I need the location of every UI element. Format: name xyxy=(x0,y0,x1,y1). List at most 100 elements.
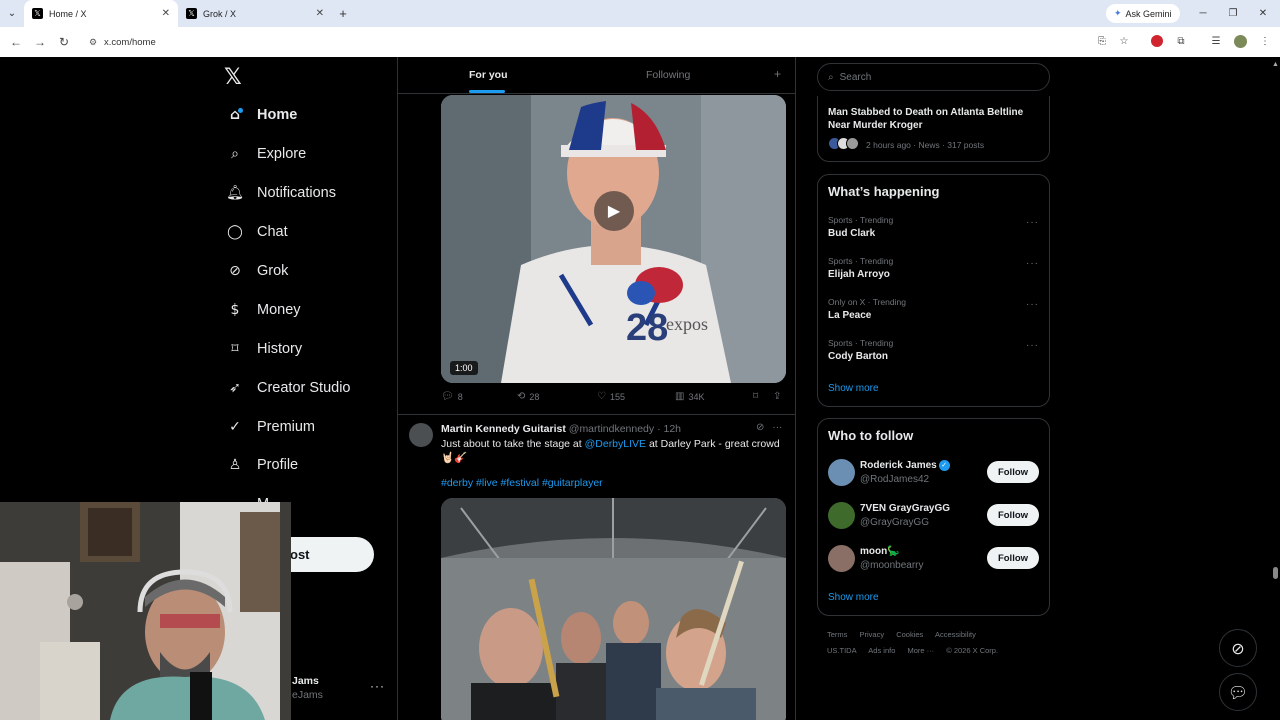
rocket-icon: ➶ xyxy=(229,380,241,396)
sidebar-item-home[interactable]: ⌂ Home xyxy=(226,100,297,130)
sidebar-item-money[interactable]: $ Money xyxy=(226,295,301,325)
footer-link-privacy[interactable]: Privacy xyxy=(860,630,885,639)
mention-link[interactable]: @DerbyLIVE xyxy=(585,438,646,450)
tweet-time[interactable]: · 12h xyxy=(657,423,681,435)
user-name[interactable]: 7VEN GrayGrayGG xyxy=(860,503,950,514)
user-name[interactable]: Roderick James ✓ xyxy=(860,460,950,471)
back-arrow-icon[interactable]: ← xyxy=(4,35,28,49)
avatar[interactable] xyxy=(828,502,855,529)
site-info-icon[interactable]: ⚙ xyxy=(89,37,97,48)
tweet-video[interactable]: 28 expos ▶ 1:00 xyxy=(441,95,786,383)
reply-button[interactable]: 💬︎ 8 xyxy=(441,391,463,402)
views-button[interactable]: ▥ 34K xyxy=(675,391,704,402)
footer-link-ustida[interactable]: US.TIDA xyxy=(827,646,857,655)
close-tab-icon[interactable]: ✕ xyxy=(162,8,170,19)
tab-for-you[interactable]: For you xyxy=(469,69,508,81)
trend-name[interactable]: Bud Clark xyxy=(828,228,875,239)
sidebar-item-history[interactable]: ⌑ History xyxy=(226,334,302,364)
sidebar-item-premium[interactable]: ✓ Premium xyxy=(226,412,315,442)
scroll-up-arrow-icon[interactable]: ▲ xyxy=(1272,61,1279,68)
x-logo-icon[interactable]: 𝕏 xyxy=(224,65,242,90)
messages-fab-icon[interactable]: 💬︎ xyxy=(1219,673,1257,711)
grok-icon[interactable]: ⊘ xyxy=(756,422,764,433)
tab-following[interactable]: Following xyxy=(646,69,690,81)
sidebar-item-explore[interactable]: ⌕ Explore xyxy=(226,139,306,169)
browser-tab-home[interactable]: 𝕏 Home / X ✕ xyxy=(24,0,178,27)
user-handle[interactable]: @moonbearry xyxy=(860,560,924,571)
tab-search-dropdown[interactable]: ⌄ xyxy=(0,0,24,27)
like-button[interactable]: ♡ 155 xyxy=(597,391,625,402)
follow-button[interactable]: Follow xyxy=(987,461,1039,483)
new-tab-button[interactable]: + xyxy=(332,6,354,21)
sidebar-item-profile[interactable]: ♙ Profile xyxy=(226,450,298,480)
show-more-link[interactable]: Show more xyxy=(828,592,879,603)
author-name[interactable]: Martin Kennedy Guitarist xyxy=(441,423,566,435)
sidebar-item-chat[interactable]: ◯ Chat xyxy=(226,217,287,247)
repost-button[interactable]: ⟲ 28 xyxy=(517,391,539,402)
active-tab-indicator xyxy=(469,90,505,93)
reading-list-icon[interactable]: ☰ xyxy=(1208,33,1224,49)
close-tab-icon[interactable]: ✕ xyxy=(316,8,324,19)
play-button-icon[interactable]: ▶ xyxy=(594,191,634,231)
x-favicon-icon: 𝕏 xyxy=(32,8,43,19)
news-card[interactable]: Man Stabbed to Death on Atlanta Beltline… xyxy=(817,96,1050,162)
follow-button[interactable]: Follow xyxy=(987,504,1039,526)
tweet-photo[interactable] xyxy=(441,498,786,720)
forward-arrow-icon[interactable]: → xyxy=(28,35,52,49)
notification-dot xyxy=(238,108,243,113)
page-scrollbar[interactable] xyxy=(1270,57,1280,720)
trend-name[interactable]: Elijah Arroyo xyxy=(828,269,890,280)
address-bar[interactable]: ⚙ x.com/home xyxy=(84,31,1134,53)
scrollbar-thumb[interactable] xyxy=(1273,567,1278,579)
more-icon[interactable]: ··· xyxy=(772,422,782,433)
install-app-icon[interactable]: ⎘ xyxy=(1094,33,1110,49)
profile-avatar-icon[interactable] xyxy=(1232,33,1248,49)
restore-window-button[interactable]: ❐ xyxy=(1218,0,1248,27)
news-title[interactable]: Man Stabbed to Death on Atlanta Beltline… xyxy=(828,106,1038,132)
sidebar-item-grok[interactable]: ⊘ Grok xyxy=(226,256,288,286)
follow-button[interactable]: Follow xyxy=(987,547,1039,569)
trend-more-icon[interactable]: ··· xyxy=(1026,340,1039,351)
user-handle[interactable]: @GrayGrayGG xyxy=(860,517,929,528)
bookmark-star-icon[interactable]: ☆ xyxy=(1116,33,1132,49)
minimize-window-button[interactable]: ─ xyxy=(1188,0,1218,27)
extensions-icon[interactable]: ⧉ xyxy=(1173,33,1189,49)
account-handle[interactable]: eJams xyxy=(292,689,323,701)
user-name[interactable]: moon🦕 xyxy=(860,546,900,557)
browser-tab-grok[interactable]: 𝕏 Grok / X ✕ xyxy=(178,0,332,27)
user-handle[interactable]: @RodJames42 xyxy=(860,474,929,485)
footer-link-more[interactable]: More ··· xyxy=(907,646,934,655)
adblock-extension-icon[interactable] xyxy=(1149,33,1165,49)
close-window-button[interactable]: ✕ xyxy=(1248,0,1278,27)
avatar[interactable] xyxy=(828,545,855,572)
sidebar-item-notifications[interactable]: 🔔︎ Notifications xyxy=(226,178,336,208)
author-handle[interactable]: @martindkennedy xyxy=(569,423,654,435)
footer-link-terms[interactable]: Terms xyxy=(827,630,847,639)
account-more-icon[interactable]: ··· xyxy=(370,679,385,693)
share-button[interactable]: ⇪ xyxy=(773,391,781,402)
trend-name[interactable]: Cody Barton xyxy=(828,351,888,362)
footer-link-ads-info[interactable]: Ads info xyxy=(868,646,895,655)
ask-gemini-button[interactable]: ✦ Ask Gemini xyxy=(1106,4,1180,23)
trend-more-icon[interactable]: ··· xyxy=(1026,258,1039,269)
avatar xyxy=(846,137,859,150)
trend-more-icon[interactable]: ··· xyxy=(1026,299,1039,310)
footer-link-cookies[interactable]: Cookies xyxy=(896,630,923,639)
browser-menu-icon[interactable]: ⋮ xyxy=(1257,33,1273,49)
sidebar-item-creator-studio[interactable]: ➶ Creator Studio xyxy=(226,373,350,403)
repost-icon: ⟲ xyxy=(517,391,526,402)
grok-fab-icon[interactable]: ⊘ xyxy=(1219,629,1257,667)
who-to-follow-card: Who to follow Roderick James ✓ @RodJames4… xyxy=(817,418,1050,616)
trend-name[interactable]: La Peace xyxy=(828,310,871,321)
hashtags[interactable]: #derby #live #festival #guitarplayer xyxy=(441,477,603,489)
add-feed-icon[interactable]: + xyxy=(774,67,781,81)
bookmark-button[interactable]: ⌑ xyxy=(753,391,758,402)
footer-link-accessibility[interactable]: Accessibility xyxy=(935,630,976,639)
account-name[interactable]: Jams xyxy=(292,675,319,687)
search-input[interactable]: ⌕ Search xyxy=(817,63,1050,91)
reload-icon[interactable]: ↻ xyxy=(52,35,76,49)
trend-more-icon[interactable]: ··· xyxy=(1026,217,1039,228)
show-more-link[interactable]: Show more xyxy=(828,383,879,394)
avatar[interactable] xyxy=(409,423,433,447)
avatar[interactable] xyxy=(828,459,855,486)
